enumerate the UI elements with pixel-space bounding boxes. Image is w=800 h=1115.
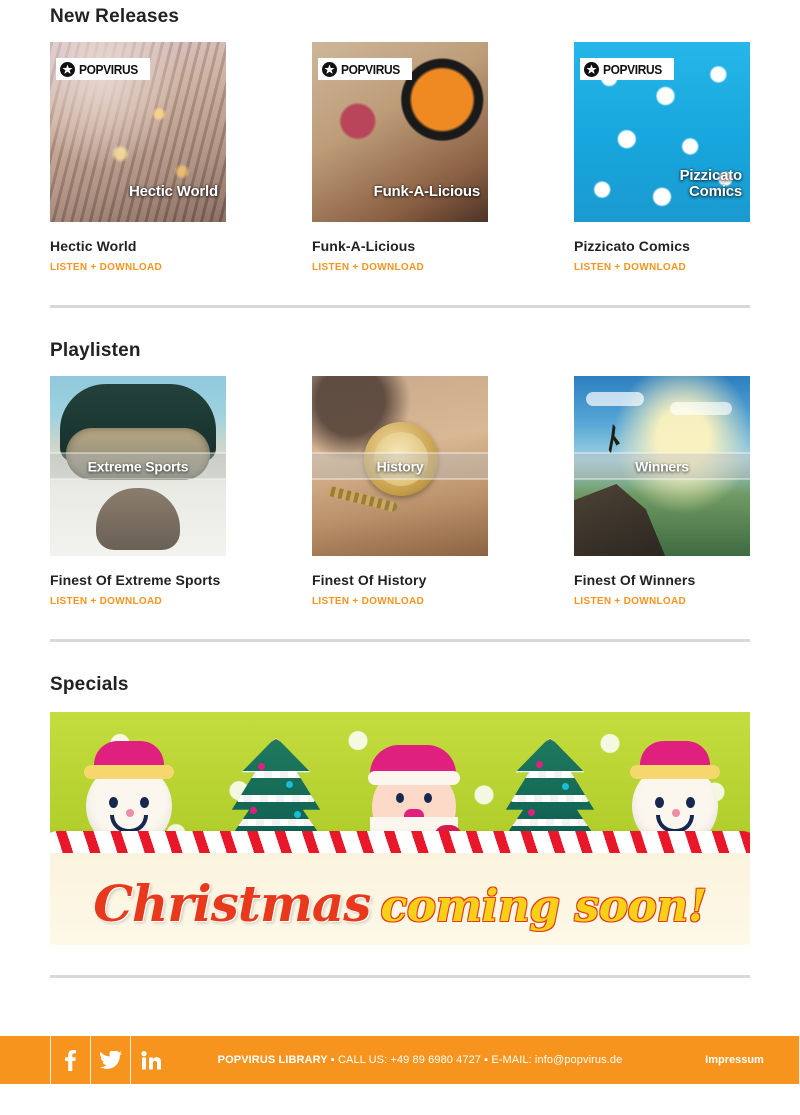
playlist-cover-image[interactable]: History	[312, 376, 488, 556]
christmas-tree-pop-icon	[228, 737, 324, 867]
playlist-cover-image[interactable]: Extreme Sports	[50, 376, 226, 556]
banner-headline-primary: Christmas	[93, 874, 371, 933]
brand-badge: POPVIRUS	[580, 58, 674, 80]
star-circle-icon	[60, 61, 75, 77]
brand-name: POPVIRUS	[341, 61, 400, 77]
playlist-band-label: Extreme Sports	[87, 458, 189, 474]
listen-download-link[interactable]: LISTEN + DOWNLOAD	[574, 262, 686, 273]
playlist-band: Extreme Sports	[50, 452, 226, 480]
listen-download-link[interactable]: LISTEN + DOWNLOAD	[574, 596, 686, 607]
release-cover-image[interactable]: POPVIRUS Funk-A-Licious	[312, 42, 488, 222]
brand-badge: POPVIRUS	[318, 58, 412, 80]
playlist-title: Finest Of History	[312, 572, 427, 588]
playlist-title: Finest Of Winners	[574, 572, 696, 588]
playlist-card[interactable]: Winners Finest Of Winners LISTEN + DOWNL…	[574, 376, 750, 609]
section-divider	[50, 639, 750, 642]
section-title-specials: Specials	[50, 674, 129, 695]
playlist-cover-image[interactable]: Winners	[574, 376, 750, 556]
playlist-band: History	[312, 452, 488, 480]
facebook-icon[interactable]	[50, 1036, 90, 1084]
star-circle-icon	[584, 61, 599, 77]
brand-name: POPVIRUS	[79, 61, 138, 77]
banner-headline-secondary: coming soon!	[380, 881, 707, 932]
specials-banner[interactable]: Christmas coming soon!	[50, 712, 750, 945]
page-content: New Releases POPVIRUS Hectic World Hecti…	[0, 0, 800, 978]
playlists-grid: Extreme Sports Finest Of Extreme Sports …	[50, 376, 750, 609]
footer-contact-info: POPVIRUS LIBRARY ▪ CALL US: +49 89 6980 …	[170, 1036, 670, 1084]
playlist-band-label: Winners	[635, 458, 689, 474]
footer-left-spacer	[0, 1036, 50, 1084]
listen-download-link[interactable]: LISTEN + DOWNLOAD	[50, 596, 162, 607]
linkedin-icon[interactable]	[130, 1036, 170, 1084]
impressum-link[interactable]: Impressum	[670, 1036, 800, 1084]
release-title: Funk-A-Licious	[312, 238, 416, 254]
new-releases-grid: POPVIRUS Hectic World Hectic World LISTE…	[50, 42, 750, 275]
page-root: New Releases POPVIRUS Hectic World Hecti…	[0, 0, 800, 1115]
release-cover-title: Pizzicato Comics	[679, 166, 743, 200]
impressum-label: Impressum	[705, 1054, 764, 1066]
release-cover-title: Funk-A-Licious	[373, 182, 481, 200]
release-title: Hectic World	[50, 238, 137, 254]
christmas-tree-pop-icon	[502, 737, 598, 867]
section-divider	[50, 975, 750, 978]
release-title: Pizzicato Comics	[574, 238, 690, 254]
release-card[interactable]: POPVIRUS Hectic World Hectic World LISTE…	[50, 42, 226, 275]
release-card[interactable]: POPVIRUS Funk-A-Licious Funk-A-Licious L…	[312, 42, 488, 275]
brand-name: POPVIRUS	[603, 61, 662, 77]
release-card[interactable]: POPVIRUS Pizzicato Comics Pizzicato Comi…	[574, 42, 750, 275]
site-footer: POPVIRUS LIBRARY ▪ CALL US: +49 89 6980 …	[0, 1036, 800, 1084]
release-cover-image[interactable]: POPVIRUS Hectic World	[50, 42, 226, 222]
listen-download-link[interactable]: LISTEN + DOWNLOAD	[50, 262, 162, 273]
section-title-playlists: Playlisten	[50, 340, 141, 361]
release-cover-title: Hectic World	[128, 182, 218, 200]
playlist-band-label: History	[376, 458, 424, 474]
footer-contact-details: ▪ CALL US: +49 89 6980 4727 ▪ E-MAIL: in…	[327, 1054, 623, 1066]
section-divider	[50, 305, 750, 308]
twitter-icon[interactable]	[90, 1036, 130, 1084]
listen-download-link[interactable]: LISTEN + DOWNLOAD	[312, 596, 424, 607]
footer-brand-label: POPVIRUS LIBRARY	[217, 1054, 328, 1066]
brand-badge: POPVIRUS	[56, 58, 150, 80]
star-circle-icon	[322, 61, 337, 77]
listen-download-link[interactable]: LISTEN + DOWNLOAD	[312, 262, 424, 273]
section-title-new-releases: New Releases	[50, 6, 180, 27]
release-cover-image[interactable]: POPVIRUS Pizzicato Comics	[574, 42, 750, 222]
playlist-band: Winners	[574, 452, 750, 480]
playlist-title: Finest Of Extreme Sports	[50, 572, 221, 588]
playlist-card[interactable]: Extreme Sports Finest Of Extreme Sports …	[50, 376, 226, 609]
playlist-card[interactable]: History Finest Of History LISTEN + DOWNL…	[312, 376, 488, 609]
banner-headline: Christmas coming soon!	[50, 874, 750, 933]
footer-contact-text: POPVIRUS LIBRARY ▪ CALL US: +49 89 6980 …	[218, 1054, 623, 1066]
